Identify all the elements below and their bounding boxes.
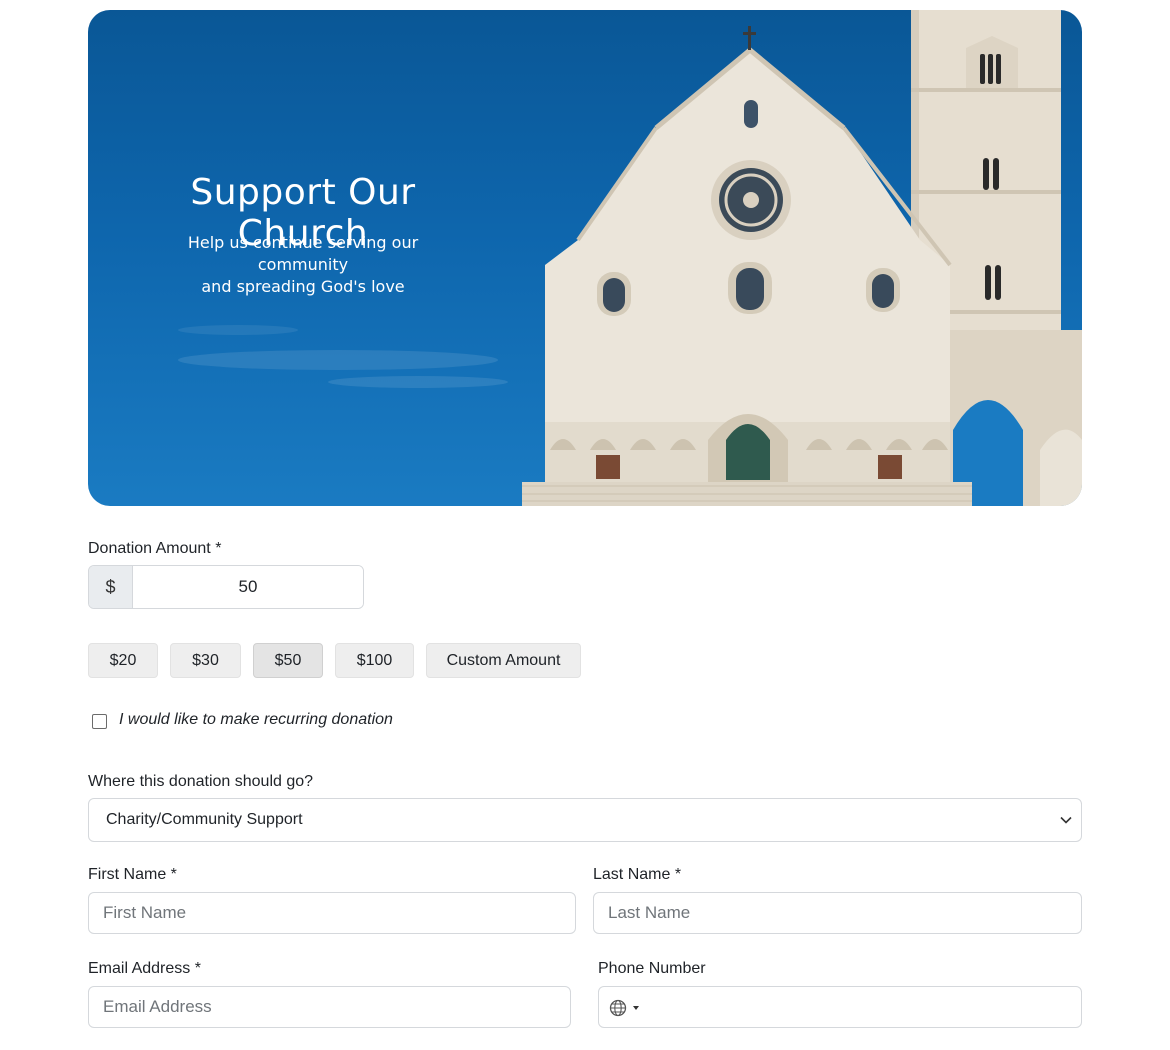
last-name-field xyxy=(593,892,1082,934)
email-field xyxy=(88,986,571,1028)
last-name-label: Last Name * xyxy=(593,866,682,883)
hero-subtitle-line: Help us continue serving our community xyxy=(187,233,419,274)
donation-amount-group: $ xyxy=(88,565,364,609)
custom-amount-button[interactable]: Custom Amount xyxy=(426,643,581,678)
phone-field xyxy=(598,986,1082,1028)
preset-20-button[interactable]: $20 xyxy=(88,643,158,678)
destination-select[interactable]: Charity/Community Support xyxy=(88,798,1082,842)
first-name-field xyxy=(88,892,576,934)
hero-subtitle-line: and spreading God's love xyxy=(201,277,405,296)
preset-50-button[interactable]: $50 xyxy=(253,643,323,678)
first-name-label: First Name * xyxy=(88,866,177,883)
recurring-label[interactable]: I would like to make recurring donation xyxy=(119,711,393,729)
phone-label: Phone Number xyxy=(598,960,706,977)
last-name-input[interactable] xyxy=(594,893,1081,933)
preset-30-button[interactable]: $30 xyxy=(170,643,241,678)
destination-selected-value: Charity/Community Support xyxy=(106,811,303,828)
preset-100-button[interactable]: $100 xyxy=(335,643,414,678)
email-input[interactable] xyxy=(89,987,570,1027)
hero-subtitle: Help us continue serving our community a… xyxy=(143,232,463,298)
currency-prefix: $ xyxy=(89,566,133,608)
recurring-checkbox[interactable] xyxy=(92,714,107,729)
phone-input[interactable] xyxy=(599,987,1081,1027)
email-label: Email Address * xyxy=(88,960,201,977)
chevron-down-icon xyxy=(1060,816,1072,824)
donation-amount-input[interactable] xyxy=(133,566,363,608)
hero-banner: Support Our Church Help us continue serv… xyxy=(88,10,1082,506)
first-name-input[interactable] xyxy=(89,893,575,933)
donation-amount-label: Donation Amount * xyxy=(88,540,222,557)
destination-label: Where this donation should go? xyxy=(88,773,314,790)
